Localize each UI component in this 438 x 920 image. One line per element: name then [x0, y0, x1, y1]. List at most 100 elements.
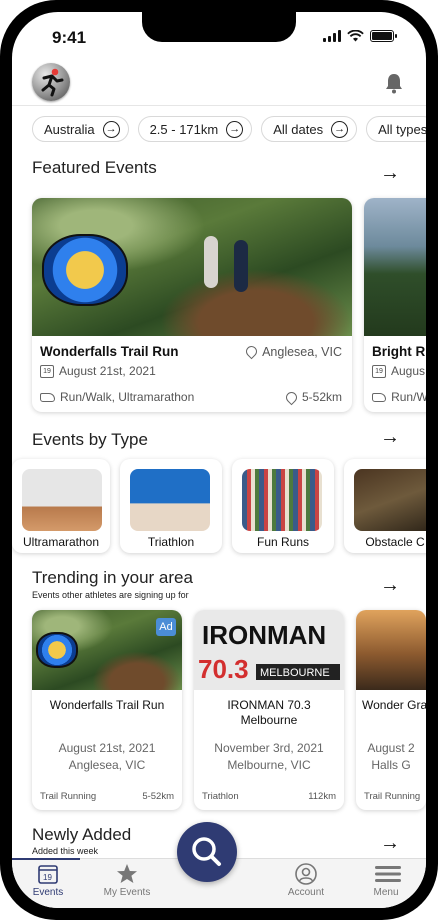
triathlon-photo	[130, 469, 210, 531]
type-card-ultramarathon[interactable]: Ultramarathon	[12, 459, 110, 553]
event-location: Halls G	[371, 758, 411, 772]
event-name: Wonderfalls Trail Run	[49, 698, 165, 712]
event-logo	[42, 234, 128, 306]
trending-card[interactable]: Wonder Gran August 2 Halls G Trail Runni…	[356, 610, 426, 810]
featured-card[interactable]: Wonderfalls Trail Run Anglesea, VIC 19 A…	[32, 198, 352, 412]
top-bar	[12, 62, 426, 106]
tab-menu[interactable]: Menu	[351, 863, 421, 898]
trending-carousel[interactable]: Ad Wonderfalls Trail Run August 21st, 20…	[32, 610, 426, 810]
calendar-icon: 19	[37, 863, 59, 885]
event-distance: 112km	[308, 791, 336, 802]
star-icon	[116, 863, 138, 885]
svg-text:MELBOURNE: MELBOURNE	[260, 667, 330, 679]
trending-card[interactable]: Ad Wonderfalls Trail Run August 21st, 20…	[32, 610, 182, 810]
filter-distance-chip[interactable]: 2.5 - 171km →	[137, 116, 253, 142]
tab-account-label: Account	[287, 887, 325, 898]
trending-title: Trending in your area	[32, 568, 193, 587]
event-photo	[356, 610, 426, 690]
filter-chips: Australia → 2.5 - 171km → All dates → Al…	[32, 116, 426, 142]
event-category: Trail Running	[40, 791, 97, 802]
event-logo	[36, 632, 78, 668]
featured-carousel[interactable]: Wonderfalls Trail Run Anglesea, VIC 19 A…	[32, 198, 426, 412]
trending-see-all-arrow-icon[interactable]: →	[380, 574, 400, 597]
calendar-icon: 19	[372, 364, 386, 378]
obstacle-photo	[354, 469, 426, 531]
featured-card-meta: Wonderfalls Trail Run Anglesea, VIC 19 A…	[40, 343, 342, 405]
type-card-triathlon[interactable]: Triathlon	[120, 459, 222, 553]
featured-card[interactable]: Bright R 19 Augus Run/Wa	[364, 198, 426, 412]
route-icon	[283, 389, 300, 405]
featured-see-all-arrow-icon[interactable]: →	[380, 162, 400, 185]
event-distance: 5-52km	[301, 390, 342, 404]
shoe-icon	[372, 392, 387, 402]
type-card-fun-runs[interactable]: Fun Runs	[232, 459, 334, 553]
event-location: Anglesea, VIC	[262, 344, 342, 359]
event-when-where: August 2 Halls G	[362, 740, 420, 774]
event-date: August 21st, 2021	[58, 741, 156, 755]
event-types: Run/Wa	[391, 390, 426, 404]
account-icon	[295, 863, 317, 885]
event-name: Bright R	[372, 344, 426, 359]
event-date: November 3rd, 2021	[214, 741, 324, 755]
types-see-all-arrow-icon[interactable]: →	[380, 426, 400, 449]
app-screen: 9:41 Australia → 2.5 - 171km → All dates…	[12, 12, 426, 908]
tab-my-events[interactable]: My Events	[92, 863, 162, 898]
event-name: Wonderfalls Trail Run	[40, 344, 179, 359]
tab-events[interactable]: 19 Events	[12, 858, 83, 898]
search-button[interactable]	[177, 822, 237, 882]
event-when-where: November 3rd, 2021 Melbourne, VIC	[200, 740, 338, 774]
card-footer: Triathlon 112km	[202, 791, 336, 802]
event-date: Augus	[391, 364, 426, 378]
event-types: Run/Walk, Ultramarathon	[60, 390, 195, 404]
tab-events-label: Events	[32, 887, 64, 898]
featured-card-meta: Bright R 19 Augus Run/Wa	[372, 344, 426, 404]
card-footer: Trail Running 5-52km	[40, 791, 174, 802]
ultramarathon-photo	[22, 469, 102, 531]
card-footer: Trail Running	[364, 791, 421, 802]
svg-text:70.3: 70.3	[198, 654, 249, 684]
filter-types-label: All types	[378, 121, 426, 137]
trending-card[interactable]: IRONMAN 70.3 MELBOURNE IRONMAN 70.3 Melb…	[194, 610, 344, 810]
filter-distance-label: 2.5 - 171km	[149, 121, 219, 137]
ironman-logo: IRONMAN 70.3 MELBOURNE	[194, 610, 344, 690]
newly-see-all-arrow-icon[interactable]: →	[380, 832, 400, 855]
notch	[142, 12, 296, 42]
battery-icon	[370, 30, 397, 42]
types-carousel[interactable]: Ultramarathon Triathlon Fun Runs Obstacl…	[12, 459, 426, 553]
event-when-where: August 21st, 2021 Anglesea, VIC	[38, 740, 176, 774]
event-name: IRONMAN 70.3 Melbourne	[227, 698, 311, 727]
event-category: Trail Running	[364, 791, 421, 802]
bell-icon[interactable]	[384, 72, 404, 94]
runner-figure	[234, 240, 248, 292]
filter-dates-chip[interactable]: All dates →	[261, 116, 358, 142]
tab-my-events-label: My Events	[103, 887, 151, 898]
type-card-obstacle[interactable]: Obstacle C	[344, 459, 426, 553]
runner-figure	[204, 236, 218, 288]
location-pin-icon	[243, 343, 260, 360]
filter-location-chip[interactable]: Australia →	[32, 116, 129, 142]
wifi-icon	[347, 30, 364, 42]
trending-subtitle: Events other athletes are signing up for	[32, 590, 189, 600]
arrow-right-circle-icon: →	[331, 120, 349, 138]
signal-icon	[323, 30, 341, 42]
svg-text:IRONMAN: IRONMAN	[202, 620, 326, 650]
type-label: Obstacle C	[365, 535, 425, 549]
filter-types-chip[interactable]: All types	[366, 116, 426, 142]
status-icons	[323, 30, 397, 42]
featured-title: Featured Events	[32, 158, 157, 177]
event-photo	[364, 198, 426, 336]
event-date: August 2	[367, 741, 415, 755]
type-label: Triathlon	[147, 535, 195, 549]
event-photo	[32, 198, 352, 336]
event-distance: 5-52km	[142, 791, 174, 802]
runner-logo-icon[interactable]	[32, 63, 70, 101]
event-date: August 21st, 2021	[59, 364, 156, 378]
hamburger-menu-icon	[375, 863, 401, 885]
newly-title: Newly Added	[32, 825, 132, 844]
status-time: 9:41	[52, 28, 87, 47]
search-icon	[192, 837, 221, 866]
types-title: Events by Type	[32, 430, 148, 449]
shoe-icon	[40, 392, 55, 402]
tab-account[interactable]: Account	[271, 863, 341, 898]
ad-badge: Ad	[156, 618, 176, 636]
